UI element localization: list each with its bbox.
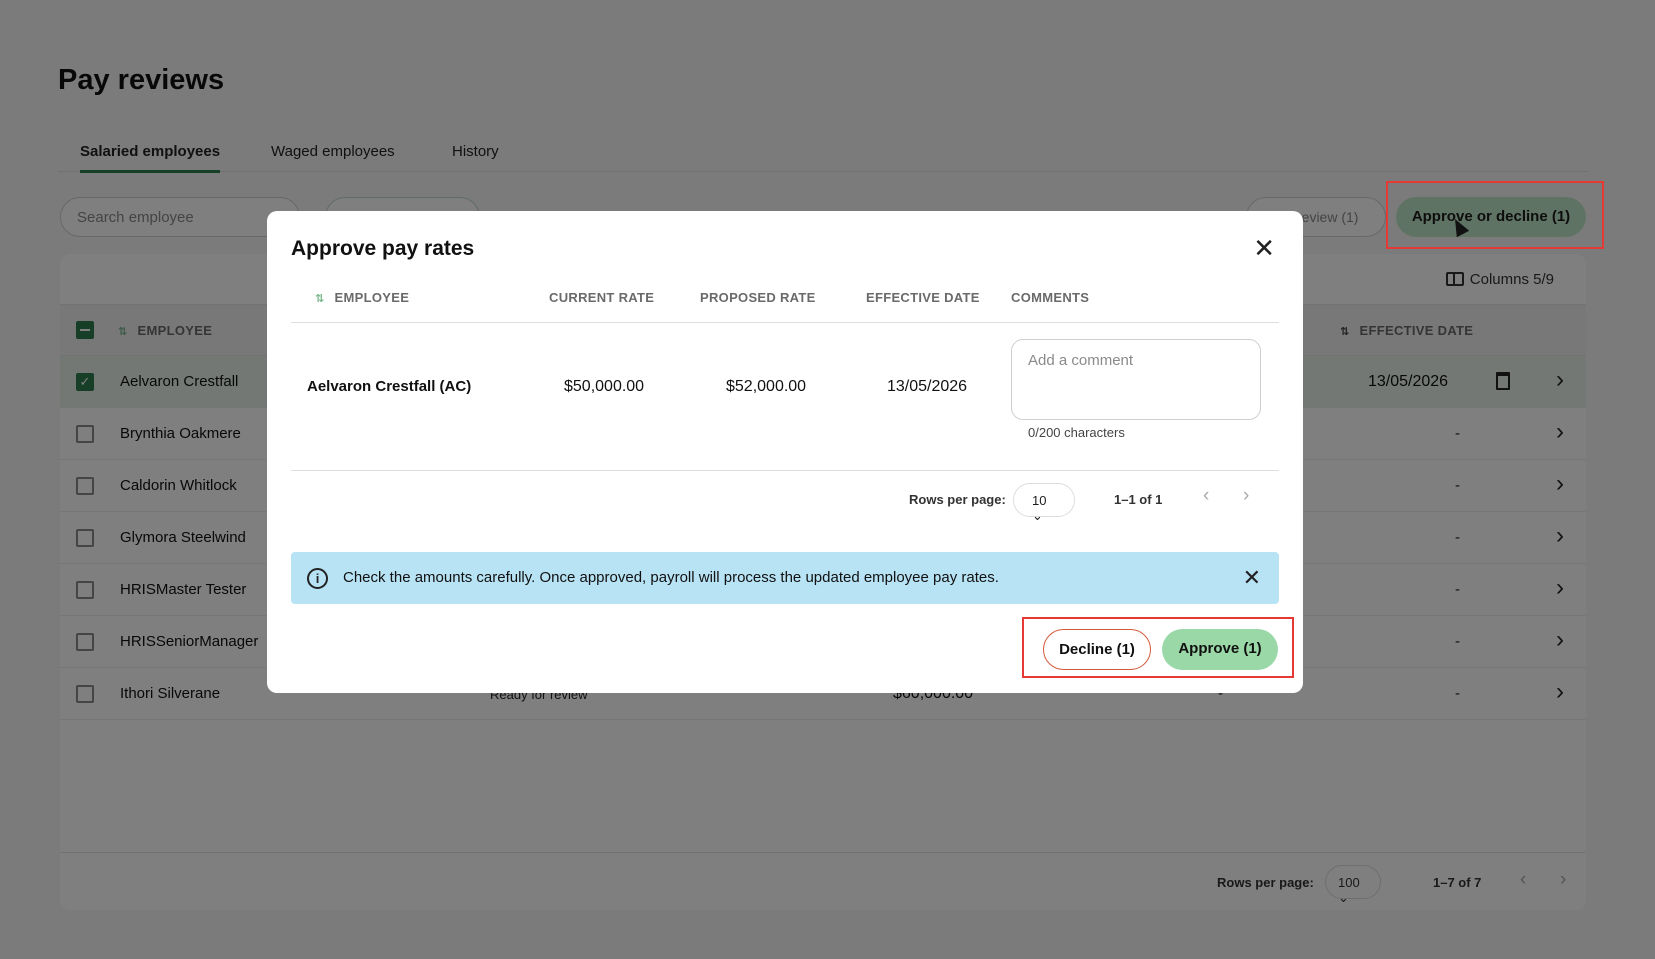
- highlight-box: [1022, 617, 1294, 678]
- prev-page-icon[interactable]: ‹: [1203, 485, 1209, 507]
- dialog-pagination: Rows per page: 10 ⌄ 1–1 of 1 ‹ ›: [291, 471, 1279, 527]
- chevron-down-icon: ⌄: [1032, 508, 1043, 523]
- rows-per-page-label: Rows per page:: [909, 492, 1006, 507]
- next-page-icon[interactable]: ›: [1243, 485, 1249, 507]
- column-header-comments: COMMENTS: [1011, 290, 1090, 305]
- info-banner: i Check the amounts carefully. Once appr…: [291, 552, 1279, 604]
- sort-icon: ⇅: [315, 293, 325, 305]
- column-header-current-rate: CURRENT RATE: [549, 290, 655, 305]
- info-icon: i: [307, 568, 328, 589]
- highlight-box: [1386, 181, 1604, 249]
- dialog-title: Approve pay rates: [291, 237, 475, 260]
- dismiss-icon[interactable]: ✕: [1243, 565, 1261, 591]
- pagination-range: 1–1 of 1: [1114, 492, 1163, 507]
- effective-date: 13/05/2026: [887, 378, 968, 395]
- current-rate: $50,000.00: [564, 378, 645, 395]
- dialog-table-header: ⇅ EMPLOYEE CURRENT RATE PROPOSED RATE EFF…: [291, 271, 1279, 323]
- rows-per-page-select[interactable]: 10 ⌄: [1013, 483, 1075, 523]
- comment-input[interactable]: Add a comment: [1011, 339, 1261, 420]
- employee-name: Aelvaron Crestfall (AC): [307, 378, 472, 395]
- column-header-effective-date: EFFECTIVE DATE: [866, 290, 980, 305]
- column-header-employee[interactable]: ⇅EMPLOYEE: [315, 290, 409, 305]
- dialog-table-row: Aelvaron Crestfall (AC) $50,000.00 $52,0…: [291, 323, 1279, 471]
- column-header-proposed-rate: PROPOSED RATE: [700, 290, 816, 305]
- info-message: Check the amounts carefully. Once approv…: [343, 569, 999, 586]
- proposed-rate: $52,000.00: [726, 378, 807, 395]
- character-count: 0/200 characters: [1028, 425, 1125, 440]
- close-icon[interactable]: ✕: [1253, 233, 1275, 264]
